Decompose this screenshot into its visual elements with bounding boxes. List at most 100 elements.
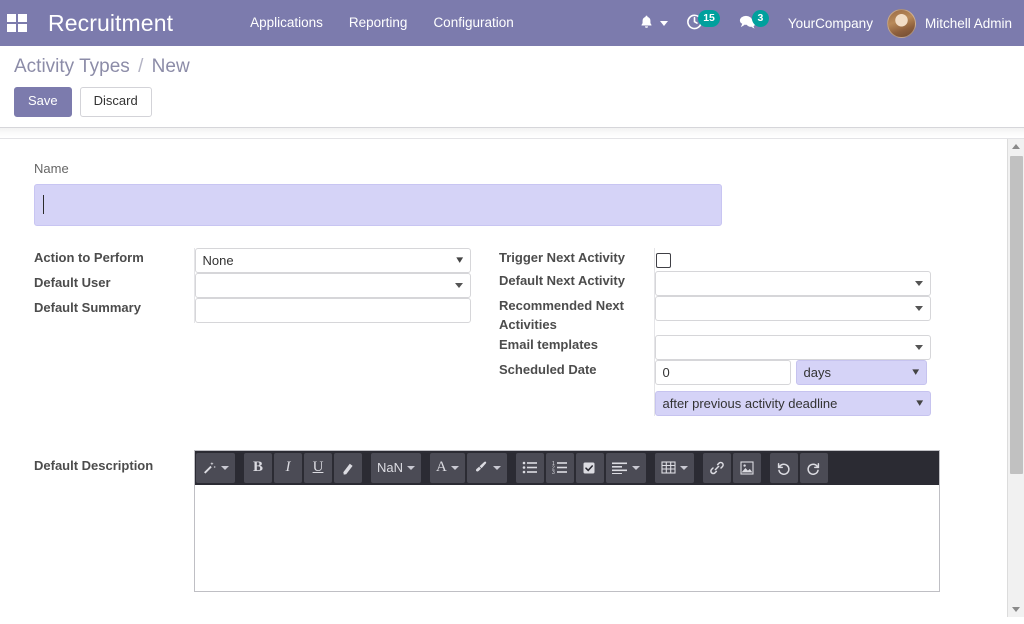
menu-item-applications[interactable]: Applications	[237, 0, 336, 46]
messages-count-badge: 3	[751, 10, 769, 27]
user-menu-button[interactable]: Mitchell Admin	[883, 8, 1012, 38]
email-templates-input[interactable]	[654, 334, 931, 360]
field-row-default-summary: Default Summary	[34, 297, 499, 323]
menu-item-configuration[interactable]: Configuration	[420, 0, 526, 46]
scheduled-date-unit-select[interactable]: days ▾	[795, 359, 927, 385]
form-scroll-area: Name Action to Perform None ▾ Default Us…	[0, 138, 1024, 617]
image-icon[interactable]	[732, 452, 761, 483]
chevron-down-icon: ▾	[456, 253, 464, 266]
recommended-next-activities-label: Recommended Next Activities	[499, 297, 624, 333]
messages-button[interactable]: 3	[729, 0, 778, 46]
breadcrumb-item-activity-types[interactable]: Activity Types	[14, 56, 130, 77]
default-user-input[interactable]	[194, 272, 471, 298]
discard-button[interactable]: Discard	[79, 87, 152, 117]
scroll-down-button[interactable]	[1008, 601, 1024, 617]
user-name-label: Mitchell Admin	[924, 15, 1012, 31]
toolbar-separator	[508, 451, 515, 485]
chevron-down-icon	[679, 465, 688, 470]
table-icon[interactable]	[654, 452, 694, 483]
toolbar-group-media	[702, 451, 762, 485]
chevron-down-icon	[631, 465, 640, 470]
default-summary-input[interactable]	[194, 297, 471, 323]
dropdown-arrow-icon	[914, 305, 923, 311]
form-sheet: Name Action to Perform None ▾ Default Us…	[0, 138, 994, 592]
chevron-down-icon	[407, 465, 416, 470]
scheduled-date-reference-value: after previous activity deadline	[662, 395, 838, 411]
link-icon[interactable]	[702, 452, 731, 483]
chevron-down-icon	[660, 20, 669, 26]
unordered-list-icon[interactable]	[515, 452, 544, 483]
bold-icon[interactable]: B	[244, 452, 272, 483]
email-templates-label: Email templates	[499, 336, 598, 352]
redo-icon[interactable]	[799, 452, 828, 483]
name-input[interactable]	[34, 183, 722, 226]
toolbar-group-colors: A	[429, 451, 508, 485]
background-color-brush-icon[interactable]	[466, 452, 507, 483]
field-row-email-templates: Email templates	[499, 334, 964, 360]
default-next-activity-input[interactable]	[654, 270, 931, 296]
action-to-perform-select[interactable]: None ▾	[194, 247, 471, 273]
notifications-button[interactable]	[630, 0, 677, 46]
panel-divider	[0, 127, 1024, 139]
scheduled-date-unit-value: days	[803, 364, 831, 380]
scroll-down-arrow-icon	[1012, 606, 1020, 612]
font-color-icon[interactable]: A	[430, 452, 465, 483]
description-editor-body[interactable]	[195, 484, 939, 591]
scheduled-date-label: Scheduled Date	[499, 361, 597, 377]
scroll-up-button[interactable]	[1008, 138, 1024, 154]
font-size-icon[interactable]: NaN	[371, 452, 422, 483]
recommended-next-activities-input[interactable]	[654, 295, 931, 321]
app-brand-title[interactable]: Recruitment	[34, 10, 185, 37]
trigger-next-activity-checkbox[interactable]	[655, 252, 671, 268]
form-column-right: Trigger Next Activity Default Next Activ…	[499, 247, 965, 416]
main-menu: Applications Reporting Configuration	[237, 0, 527, 46]
chevron-down-icon: ▾	[916, 396, 924, 409]
scheduled-date-row: 0 days ▾	[654, 359, 965, 385]
strikethrough-eraser-icon[interactable]	[334, 452, 362, 483]
scheduled-date-amount-input[interactable]: 0	[654, 359, 791, 385]
dropdown-arrow-icon	[454, 282, 463, 288]
default-description-block: Default Description B I U NaN A 1 2 3	[34, 449, 964, 592]
default-next-activity-label: Default Next Activity	[499, 272, 625, 288]
default-summary-label: Default Summary	[34, 299, 141, 315]
align-left-icon[interactable]	[605, 452, 646, 483]
field-row-default-next-activity: Default Next Activity	[499, 270, 964, 296]
company-switcher[interactable]: YourCompany	[778, 16, 883, 31]
ordered-list-icon[interactable]: 1 2 3	[545, 452, 574, 483]
breadcrumb: Activity Types / New	[14, 56, 1024, 87]
save-button[interactable]: Save	[14, 87, 72, 117]
apps-menu-button[interactable]	[0, 0, 34, 46]
dropdown-arrow-icon	[914, 280, 923, 286]
apps-grid-icon	[7, 14, 27, 32]
magic-wand-icon[interactable]	[196, 452, 235, 483]
toolbar-group-table	[654, 451, 695, 485]
scheduled-date-reference-select[interactable]: after previous activity deadline ▾	[654, 390, 931, 416]
italic-icon[interactable]: I	[274, 452, 302, 483]
svg-text:3: 3	[552, 470, 555, 474]
default-description-label: Default Description	[34, 457, 154, 473]
action-to-perform-value: None	[202, 252, 234, 268]
undo-icon[interactable]	[769, 452, 798, 483]
chevron-down-icon: ▾	[912, 365, 920, 378]
scroll-thumb[interactable]	[1010, 155, 1023, 474]
toolbar-separator	[695, 451, 702, 485]
form-columns: Action to Perform None ▾ Default User De…	[34, 247, 965, 416]
editor-toolbar: B I U NaN A 1 2 3	[195, 450, 939, 485]
chevron-down-icon	[492, 465, 501, 470]
vertical-scrollbar[interactable]	[1007, 138, 1024, 617]
menu-item-reporting[interactable]: Reporting	[336, 0, 421, 46]
font-color-letter: A	[436, 459, 447, 476]
activities-button[interactable]: 15	[677, 0, 729, 46]
checklist-icon[interactable]	[575, 452, 604, 483]
toolbar-separator	[236, 451, 243, 485]
toolbar-group-style	[195, 451, 236, 485]
html-editor: B I U NaN A 1 2 3	[194, 449, 940, 592]
toolbar-group-fontsize: NaN	[370, 451, 422, 485]
field-row-scheduled-date: Scheduled Date 0 days ▾ after previous a…	[499, 359, 965, 416]
navbar-right-section: 15 3 YourCompany Mitchell Admin	[630, 0, 1024, 46]
toolbar-separator	[762, 451, 769, 485]
field-row-action-to-perform: Action to Perform None ▾	[34, 247, 499, 273]
text-cursor	[43, 195, 44, 215]
underline-icon[interactable]: U	[304, 452, 332, 483]
toolbar-separator	[363, 451, 370, 485]
